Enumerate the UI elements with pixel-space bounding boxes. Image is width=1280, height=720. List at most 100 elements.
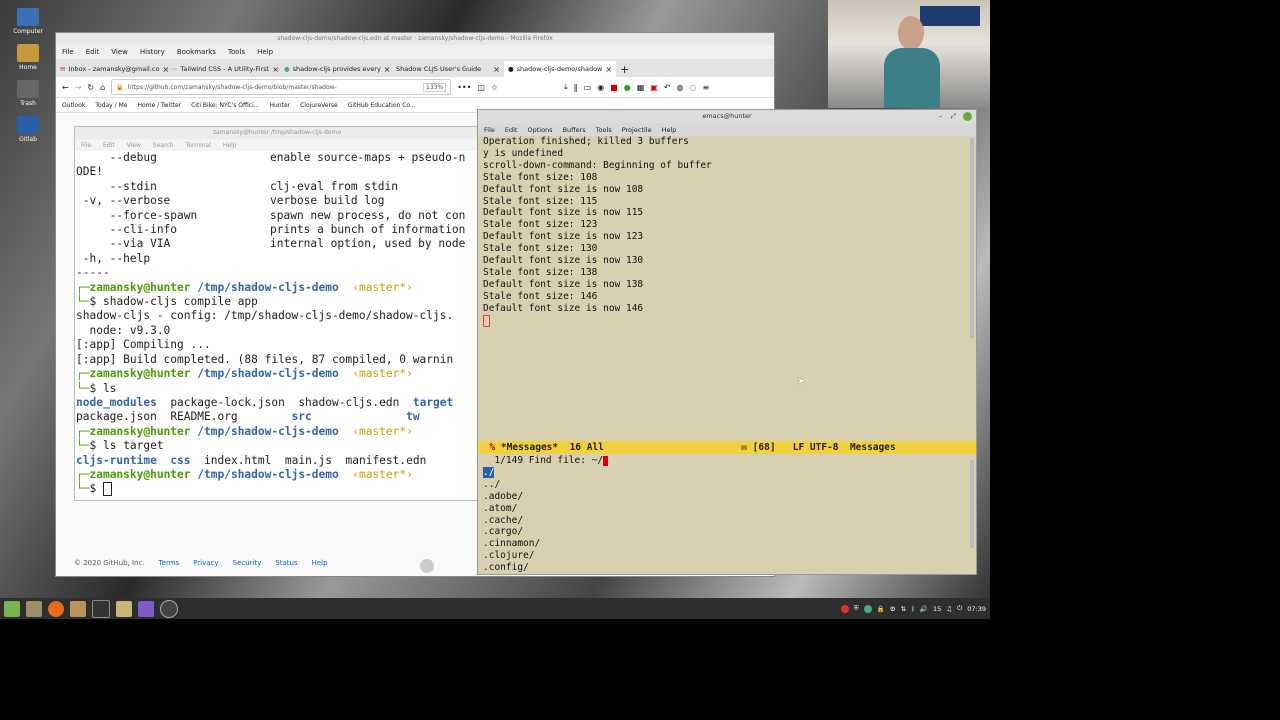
bookmark-clojureverse[interactable]: ClojureVerse — [300, 102, 338, 109]
extension-icon[interactable]: ↶ — [664, 83, 671, 92]
footer-link-privacy[interactable]: Privacy — [193, 559, 218, 567]
sidebar-icon[interactable]: ▭ — [584, 83, 592, 92]
completion-candidate[interactable]: .atom/ — [483, 503, 973, 515]
completion-candidate[interactable]: ../ — [483, 479, 973, 491]
completion-candidate[interactable]: .cinnamon/ — [483, 538, 973, 550]
close-icon[interactable]: × — [493, 65, 500, 74]
page-actions-icon[interactable]: ••• — [457, 83, 471, 92]
minibuffer-prompt-line[interactable]: 1/149 Find file: ~/ — [483, 455, 973, 467]
desktop-icon-trash[interactable]: Trash — [6, 80, 50, 107]
scrollbar[interactable] — [970, 138, 974, 338]
emacs-menu-edit[interactable]: Edit — [505, 126, 518, 134]
emacs-menu-tools[interactable]: Tools — [596, 126, 612, 134]
tab-users-guide[interactable]: Shadow CLJS User's Guide × — [392, 61, 504, 77]
close-icon[interactable] — [963, 112, 972, 121]
firefox-icon[interactable] — [48, 600, 64, 617]
footer-link-security[interactable]: Security — [233, 559, 262, 567]
network-icon[interactable]: ⇅ — [901, 605, 906, 613]
terminal-window[interactable]: zamansky@hunter /tmp/shadow-cljs-demo Fi… — [74, 126, 480, 501]
menu-help[interactable]: Help — [257, 48, 273, 56]
zoom-level[interactable]: 133% — [423, 82, 447, 92]
extension-icon[interactable] — [863, 604, 872, 613]
desktop-icon-gitlab[interactable]: Gitlab — [6, 116, 50, 143]
emacs-menu-projectile[interactable]: Projectile — [622, 126, 652, 134]
menu-file[interactable]: File — [62, 48, 74, 56]
completion-candidate[interactable]: .cache/ — [483, 515, 973, 527]
menu-history[interactable]: History — [140, 48, 165, 56]
extension-icon[interactable]: ● — [624, 83, 631, 92]
app-icon[interactable] — [116, 600, 132, 617]
close-icon[interactable]: × — [272, 65, 279, 74]
tab-github-active[interactable]: ● shadow-cljs-demo/shadow × — [504, 61, 616, 77]
settings-icon[interactable]: ⚙ — [890, 605, 896, 613]
maximize-icon[interactable]: ⤢ — [951, 110, 956, 123]
music-icon[interactable]: ♫ — [946, 605, 952, 613]
close-icon[interactable]: × — [384, 65, 391, 74]
terminal-menu-file[interactable]: File — [81, 142, 91, 149]
terminal-menu-edit[interactable]: Edit — [103, 142, 115, 149]
bookmark-outlook[interactable]: Outlook — [62, 102, 85, 109]
emacs-menu-options[interactable]: Options — [527, 126, 552, 134]
desktop-icon-home[interactable]: Home — [6, 44, 50, 71]
extension-icon[interactable]: ▣ — [650, 83, 658, 92]
completion-candidate[interactable]: .clojure/ — [483, 550, 973, 562]
tab-shadow-cljs[interactable]: ● shadow-cljs provides every × — [280, 61, 392, 77]
bookmark-hunter[interactable]: Hunter — [269, 102, 290, 109]
shield-icon[interactable]: ⛨ — [854, 604, 859, 613]
menu-tools[interactable]: Tools — [228, 48, 245, 56]
home-icon[interactable]: ⌂ — [100, 83, 105, 92]
reload-icon[interactable]: ↻ — [87, 83, 94, 92]
messages-buffer[interactable]: Operation finished; killed 3 buffers y is… — [478, 136, 976, 331]
extension-icon[interactable]: ◉ — [597, 83, 604, 92]
github-logo-icon[interactable] — [420, 559, 434, 573]
terminal-menu-view[interactable]: View — [127, 142, 141, 149]
tab-inbox[interactable]: ✉Inbox - zamansky@gmail.co× — [56, 61, 168, 77]
bluetooth-icon[interactable]: ᛒ — [911, 605, 915, 613]
extension-icon[interactable]: ▦ — [637, 83, 645, 92]
power-icon[interactable]: ⏻ — [957, 604, 962, 613]
emacs-menu-file[interactable]: File — [484, 126, 495, 134]
completion-candidate[interactable]: .cargo/ — [483, 526, 973, 538]
close-icon[interactable]: × — [605, 65, 612, 74]
menu-bookmarks[interactable]: Bookmarks — [177, 48, 216, 56]
hamburger-menu-icon[interactable]: ≡ — [703, 83, 710, 92]
downloads-icon[interactable]: ⤓ — [564, 82, 568, 92]
completion-candidate[interactable]: .adobe/ — [483, 491, 973, 503]
terminal-output[interactable]: --debug enable source-maps + pseudo-n ODE!… — [75, 151, 479, 497]
tab-tailwind[interactable]: ~ Tailwind CSS - A Utility-First × — [168, 61, 280, 77]
minibuffer-scrollbar[interactable] — [970, 460, 974, 548]
command-line[interactable]: └─$ — [76, 482, 479, 497]
bookmark-star-icon[interactable]: ☆ — [491, 83, 498, 92]
extension-icon[interactable]: ◍ — [677, 83, 684, 92]
emacs-icon[interactable] — [138, 600, 154, 617]
menu-edit[interactable]: Edit — [86, 48, 100, 56]
obs-icon[interactable] — [160, 599, 178, 618]
menu-view[interactable]: View — [111, 48, 128, 56]
footer-link-terms[interactable]: Terms — [159, 559, 180, 567]
new-tab-button[interactable]: + — [616, 61, 636, 77]
emacs-window[interactable]: emacs@hunter – ⤢ File Edit Options Buffe… — [477, 109, 977, 575]
completion-candidate[interactable]: ./ — [483, 466, 973, 479]
bookmark-twitter[interactable]: Home / Twitter — [137, 102, 181, 109]
folder-icon[interactable] — [70, 600, 86, 617]
volume-icon[interactable]: 🔊 — [920, 605, 928, 613]
bookmark-today-me[interactable]: Today / Me — [95, 102, 127, 109]
lock-icon[interactable]: 🔒 — [877, 605, 885, 613]
emacs-menu-buffers[interactable]: Buffers — [563, 126, 586, 134]
file-manager-icon[interactable] — [26, 600, 42, 617]
record-icon[interactable] — [840, 604, 849, 613]
extension-icon[interactable]: ■ — [610, 83, 618, 92]
pocket-icon[interactable]: ◫ — [477, 83, 485, 92]
bookmark-citibike[interactable]: Citi Bike: NYC's Offici... — [191, 102, 259, 109]
desktop-icon-computer[interactable]: Computer — [6, 8, 50, 35]
minibuffer[interactable]: 1/149 Find file: ~/./../.adobe/.atom/.ca… — [478, 455, 973, 574]
terminal-menu-help[interactable]: Help — [223, 142, 237, 149]
terminal-icon[interactable] — [92, 599, 110, 618]
emacs-menu-help[interactable]: Help — [662, 126, 677, 134]
library-icon[interactable]: ‖ — [574, 83, 578, 92]
completion-candidate[interactable]: .config/ — [483, 562, 973, 574]
bookmark-github-education[interactable]: GitHub Education Co... — [348, 102, 416, 109]
forward-icon[interactable]: → — [75, 83, 82, 92]
extension-icon[interactable]: ◌ — [690, 83, 697, 92]
terminal-menu-terminal[interactable]: Terminal — [186, 142, 211, 149]
